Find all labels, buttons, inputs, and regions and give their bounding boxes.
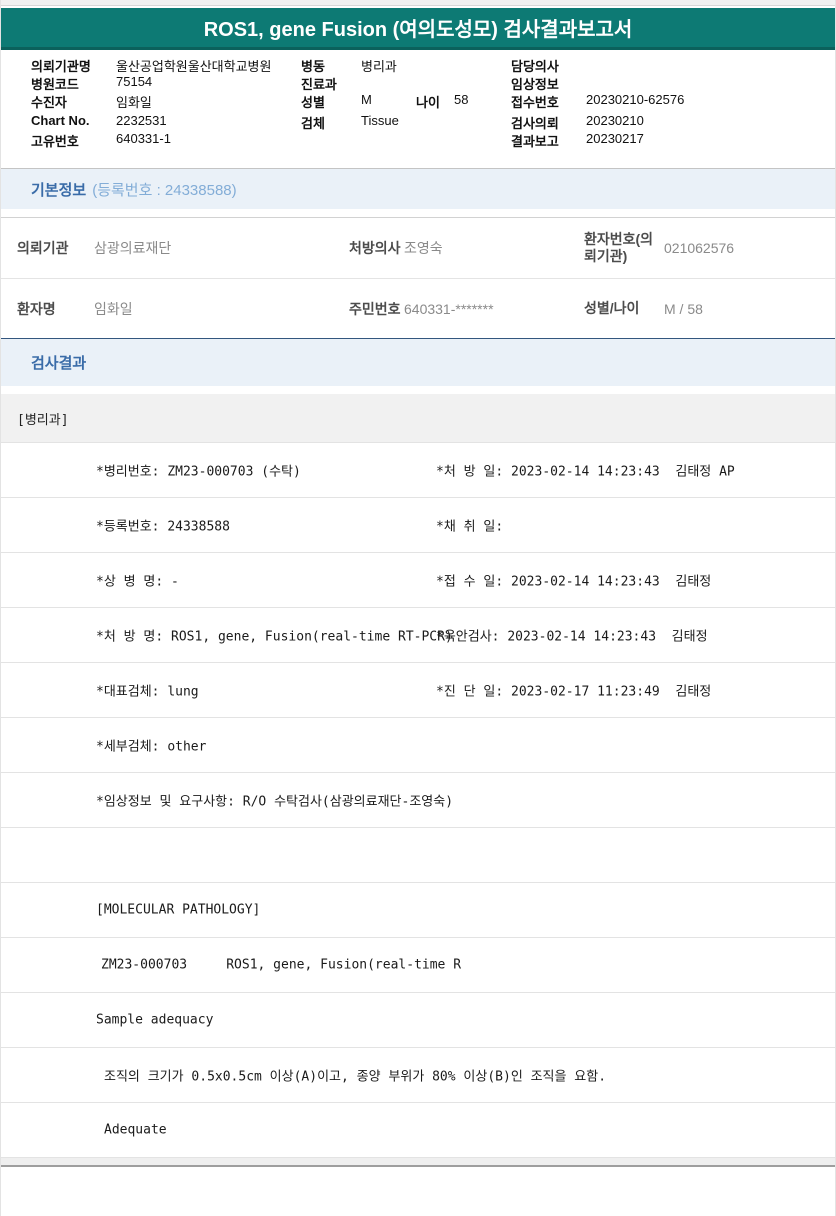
- report-date-value: 20230217: [586, 131, 644, 146]
- ward-value: 병리과: [361, 59, 397, 74]
- result-row-right: *처 방 일: 2023-02-14 14:23:43 김태정 AP: [436, 464, 735, 480]
- referral-org-value: 삼광의료재단: [94, 240, 172, 256]
- report-title-banner: ROS1, gene Fusion (여의도성모) 검사결과보고서: [1, 8, 835, 50]
- result-row-left: ZM23-000703 ROS1, gene, Fusion(real-time…: [101, 957, 462, 973]
- result-row: *병리번호: ZM23-000703 (수탁) *처 방 일: 2023-02-…: [1, 443, 835, 498]
- result-row-left: *병리번호: ZM23-000703 (수탁): [96, 464, 301, 480]
- specimen-label: 검체: [301, 116, 325, 131]
- result-row: *상 병 명: - *접 수 일: 2023-02-14 14:23:43 김태…: [1, 553, 835, 608]
- hospital-code-value: 75154: [116, 74, 153, 89]
- results-heading: 검사결과: [31, 355, 87, 372]
- receipt-no-value: 20230210-62576: [586, 92, 685, 107]
- patient-info-table: 의뢰기관 삼광의료재단 처방의사 조영숙 환자번호(의뢰기관) 02106257…: [1, 217, 835, 340]
- result-row-right: *접 수 일: 2023-02-14 14:23:43 김태정: [436, 574, 712, 590]
- examinee-value: 임화일: [116, 95, 152, 110]
- age-label: 나이: [416, 95, 440, 110]
- resident-no-value: 640331-*******: [404, 300, 494, 317]
- department-name: [병리과]: [17, 412, 69, 428]
- patient-no-label: 환자번호(의뢰기관): [584, 230, 654, 265]
- header-info-panel: 의뢰기관명 울산공업학원울산대학교병원 병원코드 75154 수진자 임화일 C…: [1, 52, 835, 168]
- result-row: *등록번호: 24338588 *채 취 일:: [1, 498, 835, 553]
- unique-no-value: 640331-1: [116, 131, 171, 146]
- sex-age-label: 성별/나이: [584, 299, 640, 316]
- result-row: Adequate: [1, 1103, 835, 1158]
- department-row: [병리과]: [1, 394, 835, 443]
- referring-org-value: 울산공업학원울산대학교병원: [116, 59, 272, 74]
- attending-doctor-label: 담당의사: [511, 59, 559, 74]
- receipt-no-label: 접수번호: [511, 95, 559, 110]
- result-row: *대표검체: lung *진 단 일: 2023-02-17 11:23:49 …: [1, 663, 835, 718]
- sex-value: M: [361, 92, 372, 107]
- sex-age-value: M / 58: [664, 300, 703, 317]
- result-row-left: *상 병 명: -: [96, 574, 179, 590]
- patient-name-value: 임화일: [94, 300, 133, 317]
- result-row: [MOLECULAR PATHOLOGY]: [1, 883, 835, 938]
- result-row: ZM23-000703 ROS1, gene, Fusion(real-time…: [1, 938, 835, 993]
- prescribing-doctor-value: 조영숙: [404, 240, 443, 256]
- result-row: *세부검체: other: [1, 718, 835, 773]
- result-row-right: *육안검사: 2023-02-14 14:23:43 김태정: [436, 629, 708, 645]
- age-value: 58: [454, 92, 469, 107]
- basic-info-registration-no: (등록번호 : 24338588): [92, 181, 237, 199]
- table-row: 의뢰기관 삼광의료재단 처방의사 조영숙 환자번호(의뢰기관) 02106257…: [1, 218, 835, 279]
- result-row-left: *처 방 명: ROS1, gene, Fusion(real-time RT-…: [96, 629, 453, 645]
- chart-no-value: 2232531: [116, 113, 167, 128]
- examinee-label: 수진자: [31, 95, 67, 110]
- results-section-header: 검사결과: [1, 339, 835, 386]
- ward-label: 병동: [301, 59, 325, 74]
- request-date-label: 검사의뢰: [511, 116, 559, 131]
- report-page: ROS1, gene Fusion (여의도성모) 검사결과보고서 의뢰기관명 …: [0, 0, 836, 1216]
- result-row: Sample adequacy: [1, 993, 835, 1048]
- result-row-left: [MOLECULAR PATHOLOGY]: [96, 902, 261, 918]
- basic-info-section-header: 기본정보 (등록번호 : 24338588): [1, 168, 835, 209]
- clinical-info-label: 임상정보: [511, 77, 559, 92]
- clinic-dept-label: 진료과: [301, 77, 337, 92]
- basic-info-heading: 기본정보: [31, 181, 87, 199]
- hospital-code-label: 병원코드: [31, 77, 79, 92]
- sex-label: 성별: [301, 95, 325, 110]
- result-row-left: Sample adequacy: [96, 1012, 214, 1028]
- result-row-left: 조직의 크기가 0.5x0.5cm 이상(A)이고, 종양 부위가 80% 이상…: [104, 1069, 607, 1085]
- report-date-label: 결과보고: [511, 134, 559, 149]
- request-date-value: 20230210: [586, 113, 644, 128]
- bottom-divider-bar: [1, 1158, 835, 1167]
- result-detail-list: *병리번호: ZM23-000703 (수탁) *처 방 일: 2023-02-…: [1, 443, 835, 1158]
- referring-org-label: 의뢰기관명: [31, 59, 91, 74]
- result-row-left: *대표검체: lung: [96, 684, 199, 700]
- resident-no-label: 주민번호: [349, 300, 401, 317]
- unique-no-label: 고유번호: [31, 134, 79, 149]
- referral-org-label: 의뢰기관: [17, 240, 69, 256]
- result-row-left: Adequate: [104, 1122, 167, 1138]
- result-row: *임상정보 및 요구사항: R/O 수탁검사(삼광의료재단-조영숙): [1, 773, 835, 828]
- result-row: 조직의 크기가 0.5x0.5cm 이상(A)이고, 종양 부위가 80% 이상…: [1, 1048, 835, 1103]
- result-row-right: *진 단 일: 2023-02-17 11:23:49 김태정: [436, 684, 712, 700]
- result-row: *처 방 명: ROS1, gene, Fusion(real-time RT-…: [1, 608, 835, 663]
- top-divider-strip: [1, 0, 835, 6]
- table-row: 환자명 임화일 주민번호 640331-******* 성별/나이 M / 58: [1, 279, 835, 338]
- specimen-value: Tissue: [361, 113, 399, 128]
- result-row: [1, 828, 835, 883]
- report-title: ROS1, gene Fusion (여의도성모) 검사결과보고서: [203, 19, 633, 41]
- result-row-left: *등록번호: 24338588: [96, 519, 230, 535]
- patient-no-value: 021062576: [664, 240, 735, 256]
- patient-name-label: 환자명: [17, 300, 56, 317]
- prescribing-doctor-label: 처방의사: [349, 240, 401, 256]
- result-row-left: *임상정보 및 요구사항: R/O 수탁검사(삼광의료재단-조영숙): [96, 794, 454, 810]
- result-row-right: *채 취 일:: [436, 519, 504, 535]
- result-row-left: *세부검체: other: [96, 739, 207, 755]
- chart-no-label: Chart No.: [31, 113, 90, 128]
